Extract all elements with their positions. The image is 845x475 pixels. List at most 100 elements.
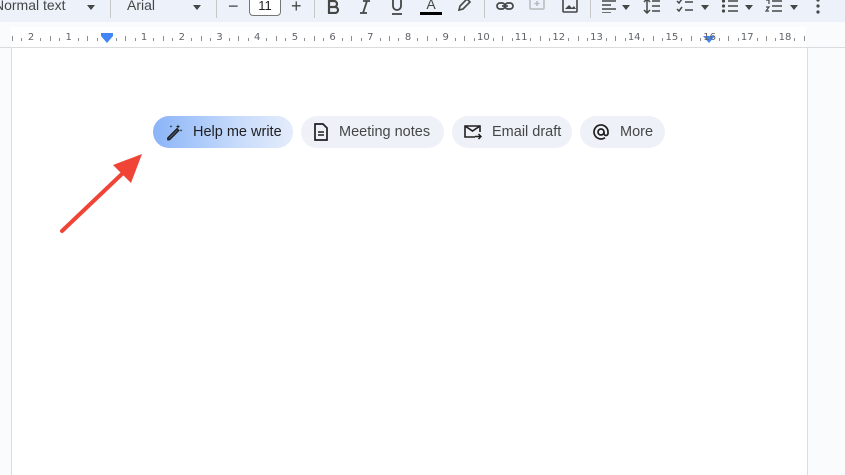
ruler-tick bbox=[285, 38, 287, 41]
toolbar-divider bbox=[216, 0, 217, 18]
ruler-tick bbox=[313, 36, 315, 41]
text-color-button[interactable]: A bbox=[420, 0, 442, 15]
font-size-input[interactable]: 11 bbox=[249, 0, 281, 16]
toolbar-divider bbox=[484, 0, 485, 18]
help-me-write-chip[interactable]: Help me write bbox=[153, 116, 293, 148]
ruler-tick bbox=[238, 36, 240, 41]
image-icon bbox=[562, 0, 578, 13]
ruler-tick bbox=[718, 38, 720, 41]
ruler-tick bbox=[568, 38, 570, 41]
bold-button[interactable] bbox=[326, 0, 340, 16]
numbered-list-icon bbox=[765, 0, 782, 12]
ruler-tick bbox=[360, 38, 362, 41]
style-select-chevron-icon[interactable] bbox=[87, 5, 95, 10]
add-comment-button[interactable] bbox=[529, 0, 545, 14]
ruler-tick bbox=[398, 38, 400, 41]
style-select[interactable]: Normal text bbox=[0, 0, 66, 18]
more-chip[interactable]: More bbox=[580, 116, 665, 148]
decrease-font-size-button[interactable]: − bbox=[228, 0, 239, 18]
toolbar-divider bbox=[314, 0, 315, 18]
ruler-tick bbox=[464, 36, 466, 41]
ruler-tick bbox=[473, 38, 475, 41]
ruler-tick bbox=[454, 38, 456, 41]
more-vertical-icon bbox=[816, 0, 820, 14]
ruler-tick bbox=[766, 36, 767, 41]
ruler-tick bbox=[700, 38, 702, 41]
font-select[interactable]: Arial bbox=[127, 0, 155, 18]
ruler-tick bbox=[502, 36, 504, 41]
ruler-tick bbox=[304, 38, 306, 41]
ruler-tick bbox=[77, 38, 79, 41]
align-chevron-icon[interactable] bbox=[622, 5, 630, 10]
ruler-number: 12 bbox=[552, 32, 566, 43]
ruler-tick bbox=[21, 38, 23, 41]
ruler-number: 2 bbox=[178, 32, 185, 43]
align-button[interactable] bbox=[601, 0, 617, 15]
bulleted-list-chevron-icon[interactable] bbox=[745, 5, 753, 10]
smart-chip-row: Help me write Meeting notes Email draft … bbox=[153, 116, 665, 148]
line-spacing-button[interactable] bbox=[643, 0, 661, 15]
ruler-tick bbox=[59, 38, 61, 41]
ruler-number: 17 bbox=[740, 32, 754, 43]
ruler-tick bbox=[511, 38, 513, 41]
ruler-tick bbox=[49, 36, 51, 41]
ruler-tick bbox=[624, 38, 626, 41]
ruler-number: 9 bbox=[442, 32, 449, 43]
ruler-number: 15 bbox=[665, 32, 679, 43]
meeting-notes-chip[interactable]: Meeting notes bbox=[301, 116, 444, 148]
more-options-button[interactable] bbox=[815, 0, 821, 15]
numbered-list-button[interactable] bbox=[765, 0, 783, 15]
ruler-tick bbox=[417, 38, 419, 41]
italic-button[interactable] bbox=[358, 0, 372, 16]
ruler-tick bbox=[643, 38, 645, 41]
ruler-tick bbox=[191, 38, 193, 41]
ruler-tick bbox=[586, 38, 588, 41]
ruler-tick bbox=[794, 38, 796, 41]
ruler-tick bbox=[96, 38, 98, 41]
ruler-number: 4 bbox=[254, 32, 261, 43]
align-left-icon bbox=[602, 0, 616, 13]
ruler-tick bbox=[549, 38, 551, 41]
ruler-tick bbox=[615, 36, 617, 41]
ruler-tick bbox=[728, 36, 730, 41]
checklist-button[interactable] bbox=[676, 0, 694, 15]
insert-image-button[interactable] bbox=[562, 0, 578, 14]
ruler-tick bbox=[775, 38, 777, 41]
bulleted-list-icon bbox=[721, 0, 738, 13]
horizontal-ruler[interactable]: 2 1 1 2 3 4 5 6 7 8 9 10 11 12 13 14 15 16 17 18 bbox=[0, 27, 845, 48]
checklist-icon bbox=[676, 0, 693, 13]
checklist-chevron-icon[interactable] bbox=[701, 5, 709, 10]
document-page[interactable] bbox=[11, 48, 808, 475]
ruler-number: 1 bbox=[65, 32, 72, 43]
insert-link-button[interactable] bbox=[496, 0, 514, 15]
highlighter-pen-icon bbox=[457, 0, 472, 12]
ruler-tick bbox=[351, 36, 353, 41]
highlight-button[interactable] bbox=[456, 0, 472, 14]
bulleted-list-button[interactable] bbox=[721, 0, 739, 15]
link-icon bbox=[496, 2, 514, 10]
font-select-chevron-icon[interactable] bbox=[193, 5, 201, 10]
underline-button[interactable] bbox=[390, 0, 404, 16]
left-indent-marker[interactable] bbox=[101, 36, 113, 43]
numbered-list-chevron-icon[interactable] bbox=[790, 5, 798, 10]
text-color-swatch bbox=[420, 12, 442, 15]
document-icon bbox=[313, 123, 329, 141]
ruler-number: 1 bbox=[140, 32, 148, 43]
ruler-tick bbox=[275, 36, 277, 41]
increase-font-size-button[interactable]: + bbox=[291, 0, 302, 18]
at-sign-icon bbox=[592, 123, 610, 141]
chip-label: Meeting notes bbox=[339, 124, 431, 140]
ruler-tick bbox=[492, 38, 494, 41]
ruler-tick bbox=[426, 36, 428, 41]
ruler-tick bbox=[605, 38, 607, 41]
ruler-tick bbox=[803, 36, 805, 41]
email-draft-chip[interactable]: Email draft bbox=[452, 116, 572, 148]
ruler-tick bbox=[690, 36, 692, 41]
ruler-tick bbox=[87, 36, 89, 41]
ruler-tick bbox=[247, 38, 249, 41]
font-select-label: Arial bbox=[127, 0, 156, 13]
ruler-number: 7 bbox=[367, 32, 374, 43]
ruler-number: 3 bbox=[216, 32, 223, 43]
ruler-tick bbox=[200, 36, 202, 41]
chip-label: More bbox=[620, 124, 654, 140]
